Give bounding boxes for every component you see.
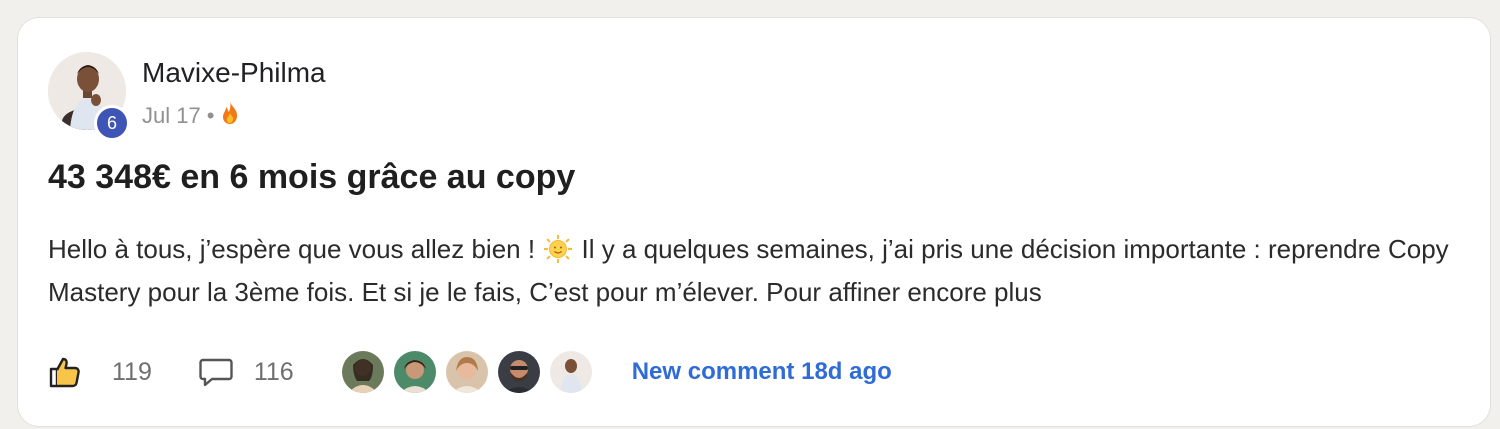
comment-button[interactable]: 116 bbox=[198, 356, 294, 388]
author-name[interactable]: Mavixe-Philma bbox=[142, 57, 326, 89]
fire-icon bbox=[220, 101, 240, 131]
post-meta: Jul 17 • bbox=[142, 101, 240, 131]
meta-separator: • bbox=[206, 103, 215, 128]
like-button[interactable]: 119 bbox=[48, 355, 152, 389]
new-comment-link[interactable]: New comment 18d ago bbox=[632, 358, 892, 386]
commenter-avatars[interactable] bbox=[339, 349, 600, 395]
sun-face-emoji-icon bbox=[544, 233, 573, 263]
post-footer: 119 116 New comment 18d ago bbox=[48, 349, 892, 395]
post-excerpt[interactable]: Hello à tous, j’espère que vous allez bi… bbox=[48, 228, 1468, 314]
avatar[interactable] bbox=[495, 349, 542, 395]
post-date[interactable]: Jul 17 bbox=[142, 103, 201, 129]
thumbs-up-icon[interactable] bbox=[48, 355, 82, 389]
avatar[interactable] bbox=[443, 349, 490, 395]
level-badge: 6 bbox=[94, 105, 130, 141]
avatar[interactable] bbox=[547, 349, 594, 395]
comment-count: 116 bbox=[253, 357, 294, 386]
avatar[interactable] bbox=[391, 349, 438, 395]
post-title[interactable]: 43 348€ en 6 mois grâce au copy bbox=[48, 158, 575, 197]
avatar[interactable] bbox=[339, 349, 386, 395]
excerpt-text-1: Hello à tous, j’espère que vous allez bi… bbox=[48, 234, 543, 264]
author-avatar-wrap[interactable]: 6 bbox=[48, 52, 130, 141]
speech-bubble-icon[interactable] bbox=[198, 356, 234, 388]
like-count: 119 bbox=[112, 357, 152, 386]
post-card[interactable]: 6 Mavixe-Philma Jul 17 • 43 348€ en 6 mo… bbox=[17, 17, 1491, 427]
